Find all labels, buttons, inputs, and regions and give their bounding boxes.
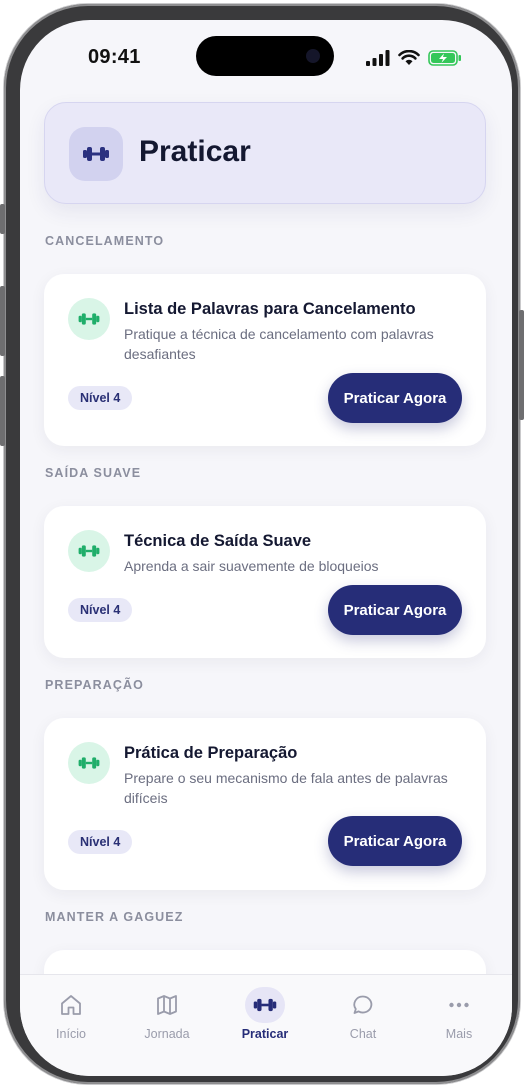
chat-icon xyxy=(343,987,383,1023)
dumbbell-icon xyxy=(69,127,123,181)
exercise-card[interactable]: Prática de Preparação Prepare o seu meca… xyxy=(44,718,486,890)
level-badge: Nível 4 xyxy=(68,598,133,622)
status-time: 09:41 xyxy=(88,46,141,68)
volume-down-button xyxy=(0,376,5,446)
card-title: Lista de Palavras para Cancelamento xyxy=(124,300,416,318)
dumbbell-icon xyxy=(68,298,110,340)
dumbbell-icon xyxy=(68,530,110,572)
level-badge: Nível 4 xyxy=(68,830,133,854)
tab-label: Jornada xyxy=(144,1027,190,1041)
exercise-card[interactable]: Lista de Palavras para Cancelamento Prat… xyxy=(44,274,486,446)
power-button xyxy=(519,310,524,420)
tab-practice[interactable]: Praticar xyxy=(220,987,310,1051)
section-title: MANTER A GAGUEZ xyxy=(45,910,184,924)
camera-icon xyxy=(306,49,320,63)
status-bar: 09:41 xyxy=(20,20,512,100)
dynamic-island xyxy=(196,36,334,76)
action-button xyxy=(0,204,5,234)
home-icon xyxy=(51,987,91,1023)
volume-up-button xyxy=(0,286,5,356)
signal-icon xyxy=(366,50,390,66)
practice-now-button[interactable]: Praticar Agora xyxy=(328,373,462,423)
section-title: SAÍDA SUAVE xyxy=(45,466,142,480)
tab-journey[interactable]: Jornada xyxy=(122,987,212,1051)
tab-more[interactable]: Mais xyxy=(414,987,504,1051)
dumbbell-icon xyxy=(68,742,110,784)
tab-home[interactable]: Início xyxy=(26,987,116,1051)
battery-charging-icon xyxy=(428,50,461,66)
card-title: Técnica de Saída Suave xyxy=(124,532,312,550)
section-title: PREPARAÇÃO xyxy=(45,678,144,692)
practice-scroll-view[interactable]: Praticar CANCELAMENTO Lista de Palavras … xyxy=(20,20,512,974)
exercise-card[interactable]: Técnica de Saída Suave Aprenda a sair su… xyxy=(44,506,486,658)
tab-label: Chat xyxy=(349,1027,377,1041)
card-title: Prática de Preparação xyxy=(124,744,298,762)
exercise-card[interactable] xyxy=(44,950,486,974)
card-description: Aprenda a sair suavemente de bloqueios xyxy=(124,558,379,574)
card-description: Prepare o seu mecanismo de fala antes de… xyxy=(124,770,448,806)
tab-bar: Início Jornada Praticar Chat Mais xyxy=(20,974,512,1076)
more-icon xyxy=(439,987,479,1023)
wifi-icon xyxy=(398,50,420,65)
practice-now-button[interactable]: Praticar Agora xyxy=(328,585,462,635)
status-icons xyxy=(366,48,462,68)
map-icon xyxy=(147,987,187,1023)
tab-chat[interactable]: Chat xyxy=(318,987,408,1051)
tab-label: Início xyxy=(56,1027,86,1041)
tab-label: Mais xyxy=(445,1027,473,1041)
card-description: Pratique a técnica de cancelamento com p… xyxy=(124,326,434,362)
phone-frame: Praticar CANCELAMENTO Lista de Palavras … xyxy=(0,4,524,1084)
dumbbell-icon xyxy=(245,987,285,1023)
page-title: Praticar xyxy=(139,135,251,168)
level-badge: Nível 4 xyxy=(68,386,133,410)
screen: Praticar CANCELAMENTO Lista de Palavras … xyxy=(20,20,512,1076)
section-title: CANCELAMENTO xyxy=(45,234,165,248)
tab-label: Praticar xyxy=(241,1027,289,1041)
practice-now-button[interactable]: Praticar Agora xyxy=(328,816,462,866)
header-card: Praticar xyxy=(44,102,486,204)
